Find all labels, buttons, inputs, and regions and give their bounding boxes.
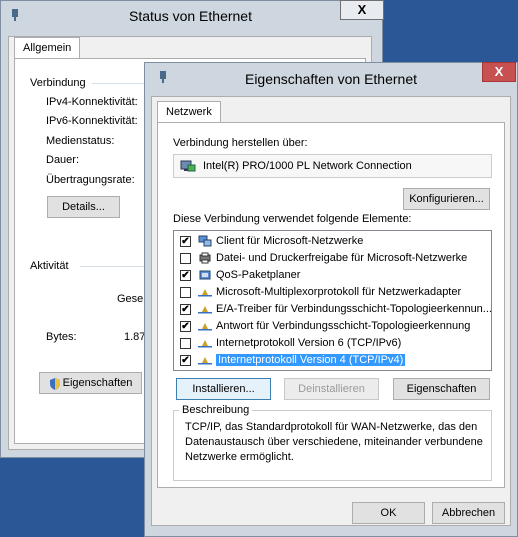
components-list[interactable]: ✔ Client für Microsoft-Netzwerke Datei- …	[173, 230, 492, 371]
group-divider	[92, 83, 144, 84]
item-label: Datei- und Druckerfreigabe für Microsoft…	[216, 252, 468, 264]
status-window-title: Status von Ethernet	[129, 8, 252, 24]
list-item-lltd-responder[interactable]: ✔ Antwort für Verbindungsschicht-Topolog…	[174, 318, 491, 335]
bytes-label: Bytes:	[46, 331, 77, 343]
connection-group-label: Verbindung	[30, 77, 86, 89]
protocol-icon	[198, 337, 212, 349]
item-label: Antwort für Verbindungsschicht-Topologie…	[216, 320, 471, 332]
speed-label: Übertragungsrate:	[46, 174, 135, 186]
configure-button[interactable]: Konfigurieren...	[403, 188, 490, 210]
description-text: TCP/IP, das Standardprotokoll für WAN-Ne…	[185, 421, 483, 463]
ipv6-label: IPv6-Konnektivität:	[46, 115, 138, 127]
properties-window-title: Eigenschaften von Ethernet	[244, 71, 417, 87]
item-label: E/A-Treiber für Verbindungsschicht-Topol…	[216, 303, 492, 315]
protocol-icon	[198, 286, 212, 298]
checkbox[interactable]	[180, 253, 191, 264]
checkbox[interactable]: ✔	[180, 355, 191, 366]
protocol-icon	[198, 320, 212, 332]
printer-share-icon	[198, 252, 212, 264]
uninstall-button[interactable]: Deinstallieren	[284, 378, 379, 400]
item-label: Client für Microsoft-Netzwerke	[216, 235, 364, 247]
status-close-button[interactable]: X	[340, 0, 384, 20]
status-properties-label: Eigenschaften	[62, 377, 133, 389]
item-label: Microsoft-Multiplexorprotokoll für Netzw…	[216, 286, 462, 298]
items-label: Diese Verbindung verwendet folgende Elem…	[173, 213, 412, 225]
ok-button[interactable]: OK	[352, 502, 425, 524]
item-label: QoS-Paketplaner	[216, 269, 301, 281]
list-item-lltd-mapper[interactable]: ✔ E/A-Treiber für Verbindungsschicht-Top…	[174, 301, 492, 318]
status-properties-button[interactable]: Eigenschaften	[39, 372, 142, 394]
network-client-icon	[198, 235, 212, 247]
checkbox[interactable]: ✔	[180, 270, 191, 281]
adapter-field: Intel(R) PRO/1000 PL Network Connection	[173, 154, 492, 178]
item-label: Internetprotokoll Version 6 (TCP/IPv6)	[216, 337, 402, 349]
list-item-multiplexor[interactable]: Microsoft-Multiplexorprotokoll für Netzw…	[174, 284, 491, 301]
duration-label: Dauer:	[46, 154, 80, 166]
ipv4-label: IPv4-Konnektivität:	[46, 96, 138, 108]
list-item-qos[interactable]: ✔ QoS-Paketplaner	[174, 267, 491, 284]
tab-netzwerk[interactable]: Netzwerk	[157, 101, 221, 123]
list-item-ipv6[interactable]: Internetprotokoll Version 6 (TCP/IPv6)	[174, 335, 491, 352]
details-button[interactable]: Details...	[47, 196, 120, 218]
protocol-icon	[198, 354, 212, 366]
group-divider	[80, 266, 144, 267]
checkbox[interactable]	[180, 287, 191, 298]
checkbox[interactable]: ✔	[180, 304, 191, 315]
shield-icon	[49, 377, 61, 390]
protocol-icon	[198, 303, 212, 315]
tab-allgemein[interactable]: Allgemein	[14, 37, 81, 59]
checkbox[interactable]: ✔	[180, 236, 191, 247]
adapter-name: Intel(R) PRO/1000 PL Network Connection	[203, 160, 412, 172]
item-properties-button[interactable]: Eigenschaften	[393, 378, 490, 400]
network-adapter-icon	[180, 159, 196, 173]
checkbox[interactable]: ✔	[180, 321, 191, 332]
connect-using-label: Verbindung herstellen über:	[173, 137, 308, 149]
qos-icon	[198, 269, 212, 281]
bytes-sent-value: 1.87	[124, 331, 146, 343]
item-label-selected: Internetprotokoll Version 4 (TCP/IPv4)	[216, 354, 406, 366]
list-item-ipv4[interactable]: ✔ Internetprotokoll Version 4 (TCP/IPv4)	[174, 352, 491, 369]
install-button[interactable]: Installieren...	[176, 378, 271, 400]
list-item-client[interactable]: ✔ Client für Microsoft-Netzwerke	[174, 233, 491, 250]
activity-group-label: Aktivität	[30, 260, 69, 272]
properties-close-button[interactable]: X	[482, 62, 516, 82]
description-group-label: Beschreibung	[179, 404, 253, 416]
checkbox[interactable]	[180, 338, 191, 349]
cancel-button[interactable]: Abbrechen	[432, 502, 505, 524]
media-status-label: Medienstatus:	[46, 135, 115, 147]
list-item-file-sharing[interactable]: Datei- und Druckerfreigabe für Microsoft…	[174, 250, 491, 267]
